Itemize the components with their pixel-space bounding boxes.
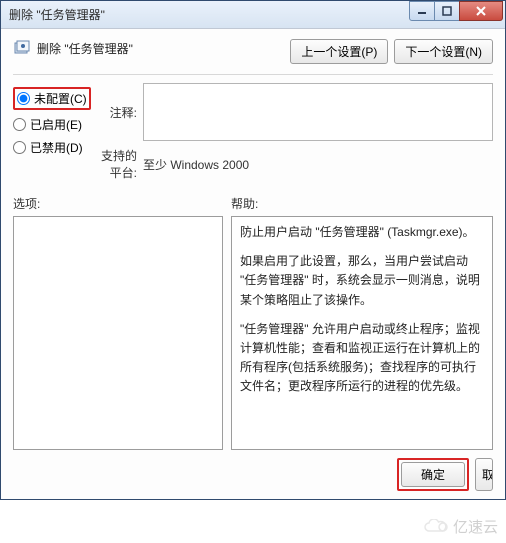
radio-enabled-label: 已启用(E) [30,116,82,133]
close-button[interactable] [459,1,503,21]
window-title: 删除 "任务管理器" [9,6,410,23]
ok-highlight: 确定 [397,458,469,491]
radio-disabled-input[interactable] [13,141,26,154]
radio-enabled[interactable]: 已启用(E) [13,116,91,133]
radio-not-configured[interactable]: 未配置(C) [13,87,91,110]
help-text-2: 如果启用了此设置，那么，当用户尝试启动 "任务管理器" 时，系统会显示一则消息，… [240,252,484,310]
minimize-button[interactable] [409,1,435,21]
options-panel [13,216,223,450]
maximize-button[interactable] [434,1,460,21]
comment-textarea[interactable] [143,83,493,141]
page-title: 删除 "任务管理器" [37,40,133,57]
window-controls [410,1,503,21]
platform-label: 支持的平台: [91,147,143,181]
radio-disabled-label: 已禁用(D) [30,139,83,156]
radio-enabled-input[interactable] [13,118,26,131]
radio-disabled[interactable]: 已禁用(D) [13,139,91,156]
previous-setting-button[interactable]: 上一个设置(P) [290,39,388,64]
platform-value: 至少 Windows 2000 [143,156,249,173]
radio-not-configured-label: 未配置(C) [34,90,87,107]
ok-button[interactable]: 确定 [401,462,465,487]
divider [13,74,493,75]
help-text-3: "任务管理器" 允许用户启动或终止程序；监视计算机性能；查看和监视正运行在计算机… [240,320,484,397]
maximize-icon [442,6,452,16]
watermark-text: 亿速云 [453,516,498,537]
cloud-icon [423,519,449,535]
minimize-icon [417,6,427,16]
next-setting-button[interactable]: 下一个设置(N) [394,39,493,64]
help-panel: 防止用户启动 "任务管理器" (Taskmgr.exe)。 如果启用了此设置，那… [231,216,493,450]
watermark: 亿速云 [423,516,498,537]
radio-not-configured-input[interactable] [17,92,30,105]
titlebar: 删除 "任务管理器" [1,1,505,29]
policy-icon [13,39,31,57]
help-label: 帮助: [231,195,493,212]
help-text-1: 防止用户启动 "任务管理器" (Taskmgr.exe)。 [240,223,484,242]
state-radio-group: 未配置(C) 已启用(E) 已禁用(D) [13,83,91,181]
comment-label: 注释: [91,104,143,121]
close-icon [476,6,486,16]
options-label: 选项: [13,195,223,212]
cancel-button[interactable]: 取 [475,458,493,491]
